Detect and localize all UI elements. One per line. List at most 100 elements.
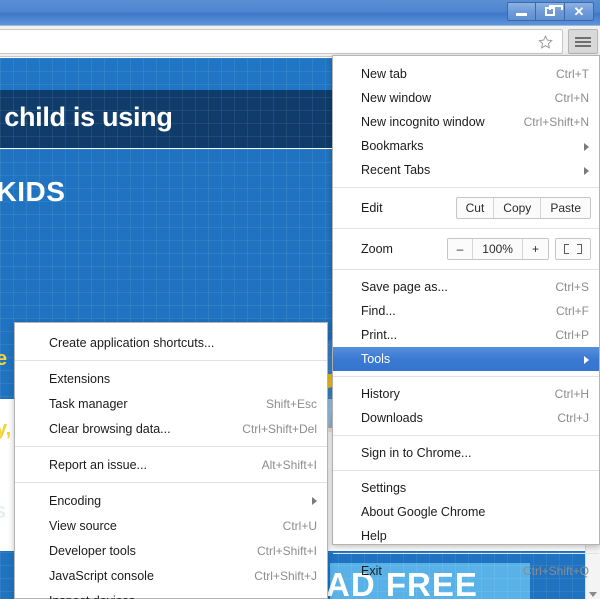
scroll-down-arrow-icon[interactable] (589, 592, 597, 597)
menu-group-signin: Sign in to Chrome... (333, 441, 599, 465)
restore-button[interactable] (536, 2, 565, 21)
menu-label: Extensions (49, 371, 111, 386)
menu-accel: Ctrl+H (554, 387, 589, 401)
copy-button[interactable]: Copy (493, 198, 541, 218)
chrome-menu-button[interactable] (568, 29, 598, 54)
menu-separator (333, 435, 599, 436)
menu-label: Task manager (49, 396, 128, 411)
menu-label: Settings (361, 481, 407, 495)
menu-item-exit[interactable]: Exit Ctrl+Shift+Q (333, 559, 599, 583)
edit-label: Edit (361, 201, 383, 215)
menu-group-new: New tab Ctrl+T New window Ctrl+N New inc… (333, 62, 599, 182)
menu-label: Find... (361, 304, 396, 318)
minimize-icon (516, 13, 527, 16)
menu-item-inspect-devices[interactable]: Inspect devices (15, 588, 327, 599)
menu-accel: Ctrl+Shift+Q (522, 564, 589, 578)
page-side-text-1: e (0, 348, 8, 370)
menu-item-find[interactable]: Find... Ctrl+F (333, 299, 599, 323)
hamburger-line-1 (575, 36, 591, 39)
menu-label: New window (361, 91, 432, 105)
menu-item-new-window[interactable]: New window Ctrl+N (333, 86, 599, 110)
browser-window: ✕ ...en your child is using ...UR KIDS e… (0, 0, 600, 599)
fullscreen-icon (564, 249, 569, 254)
menu-label: Recent Tabs (361, 163, 431, 177)
close-button[interactable]: ✕ (565, 2, 594, 21)
menu-label: Inspect devices (49, 594, 317, 599)
menu-accel: Alt+Shift+I (261, 457, 317, 472)
address-input[interactable] (6, 31, 536, 52)
menu-item-developer-tools[interactable]: Developer tools Ctrl+Shift+I (15, 538, 327, 563)
menu-label: View source (49, 518, 117, 533)
menu-accel: Ctrl+F (556, 304, 589, 318)
menu-item-task-manager[interactable]: Task manager Shift+Esc (15, 391, 327, 416)
menu-item-view-source[interactable]: View source Ctrl+U (15, 513, 327, 538)
menu-item-new-tab[interactable]: New tab Ctrl+T (333, 62, 599, 86)
menu-item-about-google-chrome[interactable]: About Google Chrome (333, 500, 599, 524)
zoom-in-button[interactable]: + (521, 239, 548, 259)
menu-item-encoding[interactable]: Encoding (15, 488, 327, 513)
menu-item-sign-in-to-chrome[interactable]: Sign in to Chrome... (333, 441, 599, 465)
menu-label: Sign in to Chrome... (361, 446, 472, 460)
menu-item-javascript-console[interactable]: JavaScript console Ctrl+Shift+J (15, 563, 327, 588)
hamburger-line-3 (575, 44, 591, 47)
menu-label: JavaScript console (49, 568, 154, 583)
page-side-text-2: y, (0, 418, 12, 440)
menu-separator (333, 470, 599, 471)
menu-label: History (361, 387, 400, 401)
menu-label: Create application shortcuts... (49, 335, 215, 350)
menu-item-clear-browsing-data[interactable]: Clear browsing data... Ctrl+Shift+Del (15, 416, 327, 441)
menu-separator (333, 269, 599, 270)
submenu-arrow-icon (584, 167, 589, 175)
submenu-arrow-icon (312, 497, 317, 505)
bookmark-star-icon[interactable] (537, 34, 554, 51)
menu-label: Developer tools (49, 543, 136, 558)
menu-item-recent-tabs[interactable]: Recent Tabs (333, 158, 599, 182)
browser-toolbar (0, 26, 600, 57)
fullscreen-button[interactable] (555, 238, 591, 260)
menu-item-report-an-issue[interactable]: Report an issue... Alt+Shift+I (15, 452, 327, 477)
menu-separator (333, 376, 599, 377)
edit-button-group: Cut Copy Paste (455, 197, 591, 219)
menu-accel: Ctrl+Shift+N (523, 115, 589, 129)
menu-accel: Ctrl+N (554, 91, 589, 105)
menu-accel: Ctrl+U (282, 518, 317, 533)
menu-label: About Google Chrome (361, 505, 486, 519)
menu-accel: Ctrl+J (557, 411, 589, 425)
hamburger-line-2 (575, 40, 591, 43)
menu-label: Save page as... (361, 280, 448, 294)
menu-item-settings[interactable]: Settings (333, 476, 599, 500)
menu-label: Exit (361, 564, 382, 578)
menu-accel: Shift+Esc (265, 396, 317, 411)
menu-label: Downloads (361, 411, 423, 425)
paste-button[interactable]: Paste (540, 198, 590, 218)
menu-item-downloads[interactable]: Downloads Ctrl+J (333, 406, 599, 430)
menu-item-print[interactable]: Print... Ctrl+P (333, 323, 599, 347)
submenu-arrow-icon (584, 356, 589, 364)
zoom-out-button[interactable]: – (447, 239, 473, 259)
menu-label: Report an issue... (49, 457, 147, 472)
cut-button[interactable]: Cut (456, 198, 494, 218)
menu-label: Encoding (49, 493, 102, 508)
menu-item-bookmarks[interactable]: Bookmarks (333, 134, 599, 158)
menu-item-help[interactable]: Help (333, 524, 599, 548)
menu-item-new-incognito-window[interactable]: New incognito window Ctrl+Shift+N (333, 110, 599, 134)
menu-item-extensions[interactable]: Extensions (15, 366, 327, 391)
minimize-button[interactable] (507, 2, 536, 21)
menu-separator (15, 360, 327, 361)
window-title-bar: ✕ (0, 0, 600, 26)
menu-item-tools[interactable]: Tools (333, 347, 599, 371)
page-side-text-3: s (0, 498, 7, 523)
menu-item-history[interactable]: History Ctrl+H (333, 382, 599, 406)
menu-group-page: Save page as... Ctrl+S Find... Ctrl+F Pr… (333, 275, 599, 371)
menu-row-edit: Edit Cut Copy Paste (333, 193, 599, 223)
menu-separator (333, 553, 599, 554)
menu-label: Bookmarks (361, 139, 424, 153)
zoom-label: Zoom (361, 242, 393, 256)
chrome-main-menu: New tab Ctrl+T New window Ctrl+N New inc… (332, 55, 600, 578)
address-bar[interactable] (0, 29, 563, 54)
menu-label: Tools (361, 352, 391, 366)
menu-item-create-application-shortcuts[interactable]: Create application shortcuts... (15, 330, 327, 355)
menu-item-save-page-as[interactable]: Save page as... Ctrl+S (333, 275, 599, 299)
page-side-text-4: A (0, 528, 10, 553)
menu-label: Help (361, 529, 387, 543)
